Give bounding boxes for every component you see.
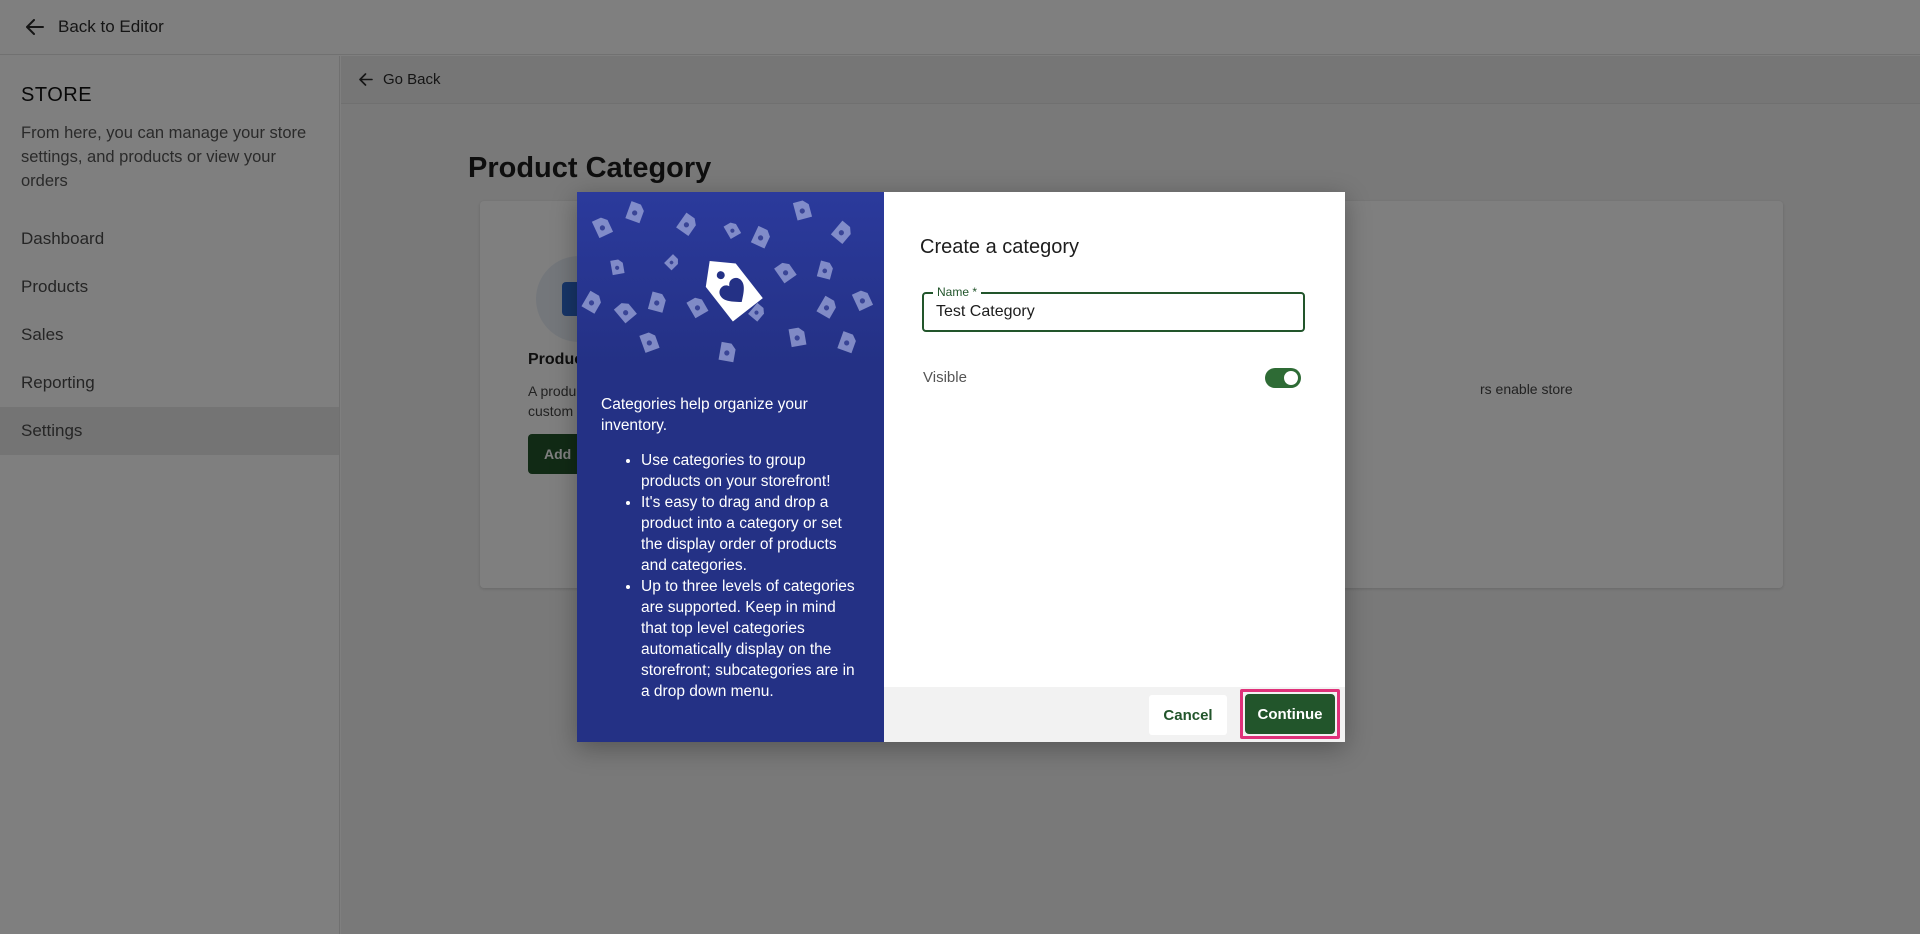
form-panel: Create a category Name * Visible Cancel … (884, 192, 1345, 742)
name-input[interactable] (936, 294, 1291, 330)
continue-button[interactable]: Continue (1245, 694, 1335, 734)
info-list-item: It's easy to drag and drop a product int… (641, 492, 860, 576)
info-text: Categories help organize your inventory.… (577, 364, 884, 702)
info-list: Use categories to group products on your… (601, 450, 860, 702)
visible-label: Visible (923, 369, 967, 386)
hero-illustration (577, 192, 884, 364)
info-list-item: Use categories to group products on your… (641, 450, 860, 492)
continue-highlight: Continue (1240, 689, 1340, 739)
info-list-item: Up to three levels of categories are sup… (641, 576, 860, 702)
info-panel: Categories help organize your inventory.… (577, 192, 884, 742)
dialog-footer: Cancel Continue (884, 687, 1345, 742)
tag-heart-icon (705, 260, 763, 322)
dialog-title: Create a category (920, 236, 1079, 258)
info-intro: Categories help organize your inventory. (601, 396, 808, 434)
visible-toggle[interactable] (1265, 368, 1301, 388)
create-category-dialog: Categories help organize your inventory.… (577, 192, 1345, 742)
name-field[interactable]: Name * (922, 284, 1305, 332)
cancel-button[interactable]: Cancel (1149, 695, 1227, 735)
visible-toggle-knob (1284, 371, 1298, 385)
